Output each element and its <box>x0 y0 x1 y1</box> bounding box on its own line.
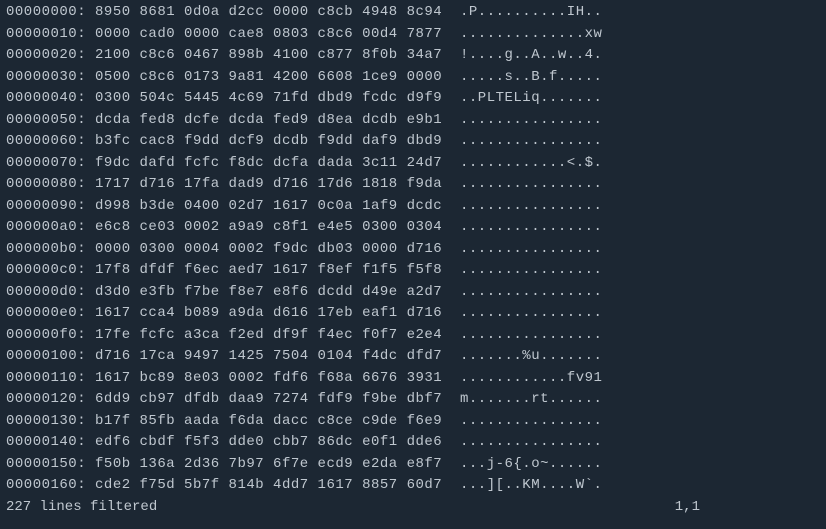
hex-bytes: 1717 d716 17fa dad9 d716 17d6 1818 f9da <box>86 176 442 192</box>
hex-ascii: ............<.$. <box>442 155 602 171</box>
hex-bytes: 8950 8681 0d0a d2cc 0000 c8cb 4948 8c94 <box>86 4 442 20</box>
hex-offset: 00000140: <box>6 434 86 450</box>
hex-bytes: 0000 cad0 0000 cae8 0803 c8c6 00d4 7877 <box>86 26 442 42</box>
hex-ascii: ...][..KM....W`. <box>442 477 602 493</box>
hex-bytes: d3d0 e3fb f7be f8e7 e8f6 dcdd d49e a2d7 <box>86 284 442 300</box>
hex-offset: 00000110: <box>6 370 86 386</box>
hex-line: 00000030: 0500 c8c6 0173 9a81 4200 6608 … <box>6 67 820 89</box>
hex-bytes: 0300 504c 5445 4c69 71fd dbd9 fcdc d9f9 <box>86 90 442 106</box>
hex-ascii: ................ <box>442 241 602 257</box>
hex-ascii: ................ <box>442 262 602 278</box>
hex-offset: 000000a0: <box>6 219 86 235</box>
hex-ascii: ............fv91 <box>442 370 602 386</box>
hex-line: 00000000: 8950 8681 0d0a d2cc 0000 c8cb … <box>6 2 820 24</box>
hex-offset: 000000e0: <box>6 305 86 321</box>
hex-ascii: ................ <box>442 112 602 128</box>
hex-line: 000000a0: e6c8 ce03 0002 a9a9 c8f1 e4e5 … <box>6 217 820 239</box>
hex-bytes: 1617 bc89 8e03 0002 fdf6 f68a 6676 3931 <box>86 370 442 386</box>
hex-bytes: f9dc dafd fcfc f8dc dcfa dada 3c11 24d7 <box>86 155 442 171</box>
hex-line: 00000140: edf6 cbdf f5f3 dde0 cbb7 86dc … <box>6 432 820 454</box>
hex-offset: 000000b0: <box>6 241 86 257</box>
hex-line: 00000120: 6dd9 cb97 dfdb daa9 7274 fdf9 … <box>6 389 820 411</box>
hex-line: 000000b0: 0000 0300 0004 0002 f9dc db03 … <box>6 239 820 261</box>
hex-bytes: 0000 0300 0004 0002 f9dc db03 0000 d716 <box>86 241 442 257</box>
hex-ascii: .......%u....... <box>442 348 602 364</box>
hex-bytes: d998 b3de 0400 02d7 1617 0c0a 1af9 dcdc <box>86 198 442 214</box>
hex-bytes: 6dd9 cb97 dfdb daa9 7274 fdf9 f9be dbf7 <box>86 391 442 407</box>
hex-offset: 00000060: <box>6 133 86 149</box>
hex-bytes: b17f 85fb aada f6da dacc c8ce c9de f6e9 <box>86 413 442 429</box>
hex-offset: 00000120: <box>6 391 86 407</box>
hex-bytes: dcda fed8 dcfe dcda fed9 d8ea dcdb e9b1 <box>86 112 442 128</box>
hex-line: 00000110: 1617 bc89 8e03 0002 fdf6 f68a … <box>6 368 820 390</box>
hex-bytes: cde2 f75d 5b7f 814b 4dd7 1617 8857 60d7 <box>86 477 442 493</box>
hex-ascii: .....s..B.f..... <box>442 69 602 85</box>
hex-offset: 00000070: <box>6 155 86 171</box>
hex-ascii: ................ <box>442 133 602 149</box>
hex-offset: 00000030: <box>6 69 86 85</box>
status-bar: 227 lines filtered 1,1 <box>6 497 820 519</box>
hex-ascii: ................ <box>442 327 602 343</box>
hex-offset: 00000100: <box>6 348 86 364</box>
hex-offset: 00000010: <box>6 26 86 42</box>
hex-line: 00000050: dcda fed8 dcfe dcda fed9 d8ea … <box>6 110 820 132</box>
hex-ascii: ..PLTELiq....... <box>442 90 602 106</box>
hex-offset: 000000f0: <box>6 327 86 343</box>
hex-line: 00000070: f9dc dafd fcfc f8dc dcfa dada … <box>6 153 820 175</box>
hex-bytes: 0500 c8c6 0173 9a81 4200 6608 1ce9 0000 <box>86 69 442 85</box>
hex-offset: 00000020: <box>6 47 86 63</box>
hex-bytes: 2100 c8c6 0467 898b 4100 c877 8f0b 34a7 <box>86 47 442 63</box>
hex-line: 00000060: b3fc cac8 f9dd dcf9 dcdb f9dd … <box>6 131 820 153</box>
hex-line: 000000e0: 1617 cca4 b089 a9da d616 17eb … <box>6 303 820 325</box>
hex-bytes: edf6 cbdf f5f3 dde0 cbb7 86dc e0f1 dde6 <box>86 434 442 450</box>
hex-ascii: ................ <box>442 284 602 300</box>
hex-line: 000000f0: 17fe fcfc a3ca f2ed df9f f4ec … <box>6 325 820 347</box>
hex-offset: 00000080: <box>6 176 86 192</box>
hex-offset: 00000000: <box>6 4 86 20</box>
hex-offset: 00000150: <box>6 456 86 472</box>
hex-line: 00000090: d998 b3de 0400 02d7 1617 0c0a … <box>6 196 820 218</box>
hex-ascii: ................ <box>442 434 602 450</box>
hex-ascii: ................ <box>442 305 602 321</box>
hex-offset: 00000090: <box>6 198 86 214</box>
hex-bytes: 17fe fcfc a3ca f2ed df9f f4ec f0f7 e2e4 <box>86 327 442 343</box>
hex-bytes: f50b 136a 2d36 7b97 6f7e ecd9 e2da e8f7 <box>86 456 442 472</box>
hex-bytes: e6c8 ce03 0002 a9a9 c8f1 e4e5 0300 0304 <box>86 219 442 235</box>
hex-line: 000000c0: 17f8 dfdf f6ec aed7 1617 f8ef … <box>6 260 820 282</box>
hex-ascii: m.......rt...... <box>442 391 602 407</box>
hex-bytes: b3fc cac8 f9dd dcf9 dcdb f9dd daf9 dbd9 <box>86 133 442 149</box>
hexdump-container: 00000000: 8950 8681 0d0a d2cc 0000 c8cb … <box>6 2 820 497</box>
hex-offset: 00000040: <box>6 90 86 106</box>
hex-line: 00000040: 0300 504c 5445 4c69 71fd dbd9 … <box>6 88 820 110</box>
hex-ascii: ..............xw <box>442 26 602 42</box>
hex-bytes: 17f8 dfdf f6ec aed7 1617 f8ef f1f5 f5f8 <box>86 262 442 278</box>
hex-offset: 00000160: <box>6 477 86 493</box>
hex-offset: 000000d0: <box>6 284 86 300</box>
hex-line: 00000010: 0000 cad0 0000 cae8 0803 c8c6 … <box>6 24 820 46</box>
hex-ascii: ................ <box>442 176 602 192</box>
hex-bytes: 1617 cca4 b089 a9da d616 17eb eaf1 d716 <box>86 305 442 321</box>
hex-offset: 00000130: <box>6 413 86 429</box>
hex-line: 00000160: cde2 f75d 5b7f 814b 4dd7 1617 … <box>6 475 820 497</box>
hex-offset: 000000c0: <box>6 262 86 278</box>
hex-bytes: d716 17ca 9497 1425 7504 0104 f4dc dfd7 <box>86 348 442 364</box>
hex-line: 00000080: 1717 d716 17fa dad9 d716 17d6 … <box>6 174 820 196</box>
hex-ascii: ................ <box>442 219 602 235</box>
hex-offset: 00000050: <box>6 112 86 128</box>
hex-ascii: .P..........IH.. <box>442 4 602 20</box>
hex-line: 00000150: f50b 136a 2d36 7b97 6f7e ecd9 … <box>6 454 820 476</box>
hex-ascii: !....g..A..w..4. <box>442 47 602 63</box>
hex-line: 00000020: 2100 c8c6 0467 898b 4100 c877 … <box>6 45 820 67</box>
hex-line: 00000100: d716 17ca 9497 1425 7504 0104 … <box>6 346 820 368</box>
hex-line: 000000d0: d3d0 e3fb f7be f8e7 e8f6 dcdd … <box>6 282 820 304</box>
hex-ascii: ...j-6{.o~...... <box>442 456 602 472</box>
status-cursor-position: 1,1 <box>675 497 820 519</box>
hex-line: 00000130: b17f 85fb aada f6da dacc c8ce … <box>6 411 820 433</box>
hex-ascii: ................ <box>442 198 602 214</box>
status-filter-message: 227 lines filtered <box>6 497 157 519</box>
hex-ascii: ................ <box>442 413 602 429</box>
